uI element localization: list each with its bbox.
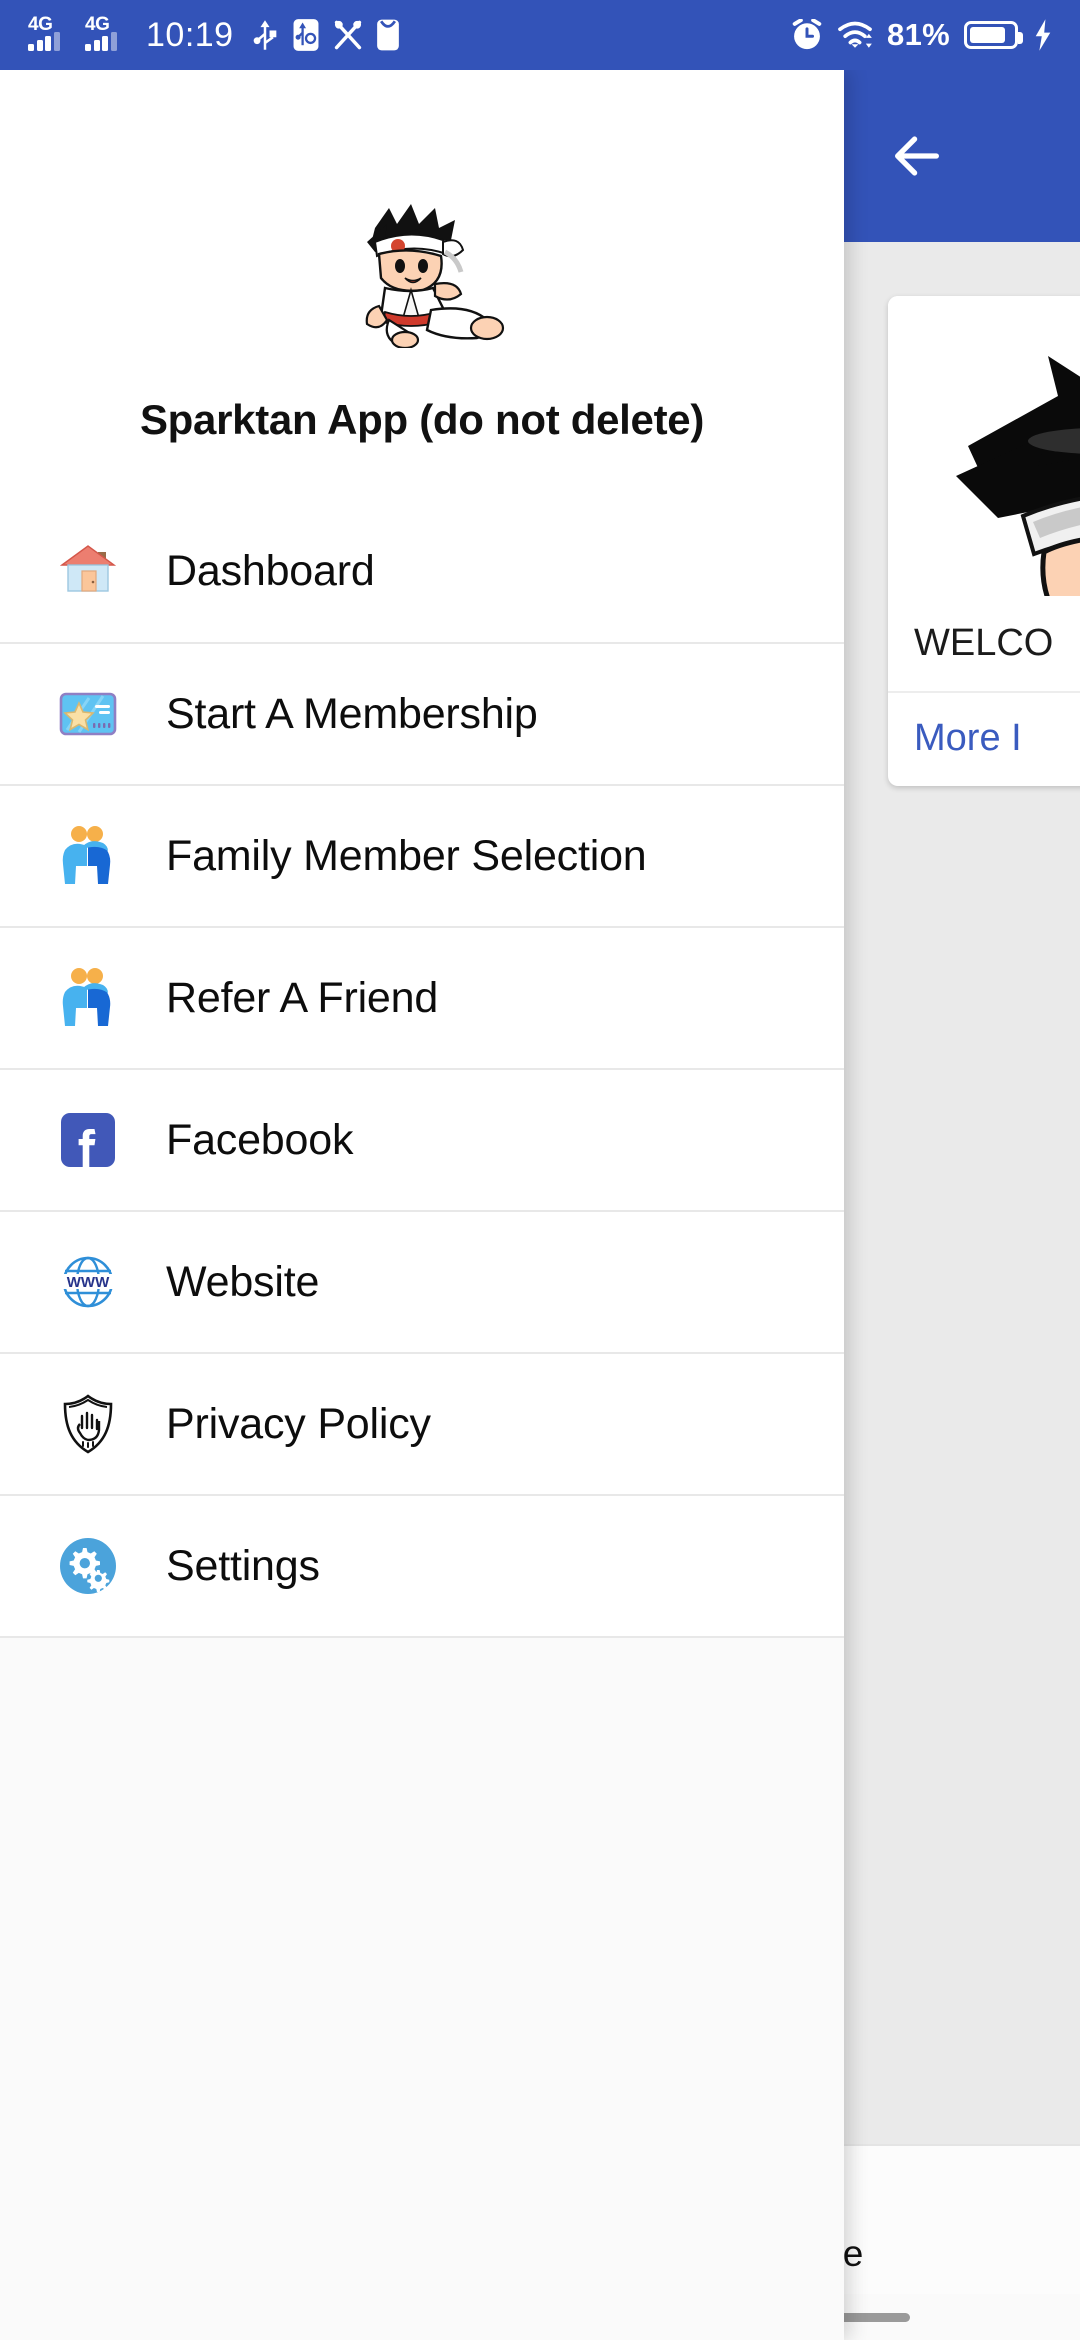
card-title: WELCO [888,596,1080,693]
drawer-item-label: Privacy Policy [166,1399,431,1448]
drawer-empty-space [0,1636,844,2340]
drawer-item-label: Family Member Selection [166,831,647,880]
battery-percent-label: 81% [887,17,950,52]
drawer-item-label: Dashboard [166,546,375,595]
usb-icon [253,20,276,50]
drawer-menu: Dashboard Start A Membership Family Memb… [0,500,844,1636]
charging-bolt-icon [1035,19,1051,51]
signal-sim2-icon: 4G [85,15,129,53]
facebook-icon [56,1108,120,1172]
drawer-item-privacy-policy[interactable]: Privacy Policy [0,1352,844,1494]
battery-icon [964,21,1023,49]
drawer-app-title: Sparktan App (do not delete) [139,396,705,443]
app-screen: WELCO More I Home [0,0,1080,2340]
drawer-header: Sparktan App (do not delete) [0,70,844,500]
back-arrow-icon [895,136,939,176]
drawer-item-label: Website [166,1257,320,1306]
drawer-item-label: Start A Membership [166,689,538,738]
signal-sim1-icon: 4G [28,15,72,53]
drawer-item-start-a-membership[interactable]: Start A Membership [0,642,844,784]
developer-tools-icon [334,20,361,50]
mail-icon [376,19,399,51]
status-bar-right: 81% [791,17,1080,53]
drawer-item-settings[interactable]: Settings [0,1494,844,1636]
shield-hand-icon [56,1392,120,1456]
drawer-item-family-member-selection[interactable]: Family Member Selection [0,784,844,926]
status-bar-clock: 10:19 [146,15,234,54]
people-hugging-icon [56,824,120,888]
alarm-icon [792,19,822,50]
people-hugging-icon [56,966,120,1030]
www-globe-icon: WWW [56,1250,120,1314]
drawer-item-label: Refer A Friend [166,973,439,1022]
back-button[interactable] [880,119,954,193]
status-bar: 4G 4G 10:19 81% [0,0,1080,70]
drawer-item-label: Facebook [166,1115,354,1164]
drawer-item-facebook[interactable]: Facebook [0,1068,844,1210]
welcome-card[interactable]: WELCO More I [888,296,1080,786]
status-bar-left: 4G 4G 10:19 [0,15,400,55]
drawer-item-dashboard[interactable]: Dashboard [0,500,844,642]
usb-debug-icon [293,19,319,51]
cartoon-character-face-icon [956,356,1080,596]
house-emoji-icon [56,539,120,603]
drawer-item-refer-a-friend[interactable]: Refer A Friend [0,926,844,1068]
wifi-icon [838,21,872,48]
card-image [888,296,1080,596]
svg-text:WWW: WWW [67,1274,110,1291]
card-more-info-link[interactable]: More I [888,693,1080,786]
gears-circle-icon [56,1534,120,1598]
ticket-star-icon [56,682,120,746]
navigation-drawer: Sparktan App (do not delete) Dashboard S… [0,70,844,2340]
karate-kid-mascot-logo [365,204,505,348]
drawer-item-website[interactable]: WWW Website [0,1210,844,1352]
drawer-item-label: Settings [166,1541,320,1590]
